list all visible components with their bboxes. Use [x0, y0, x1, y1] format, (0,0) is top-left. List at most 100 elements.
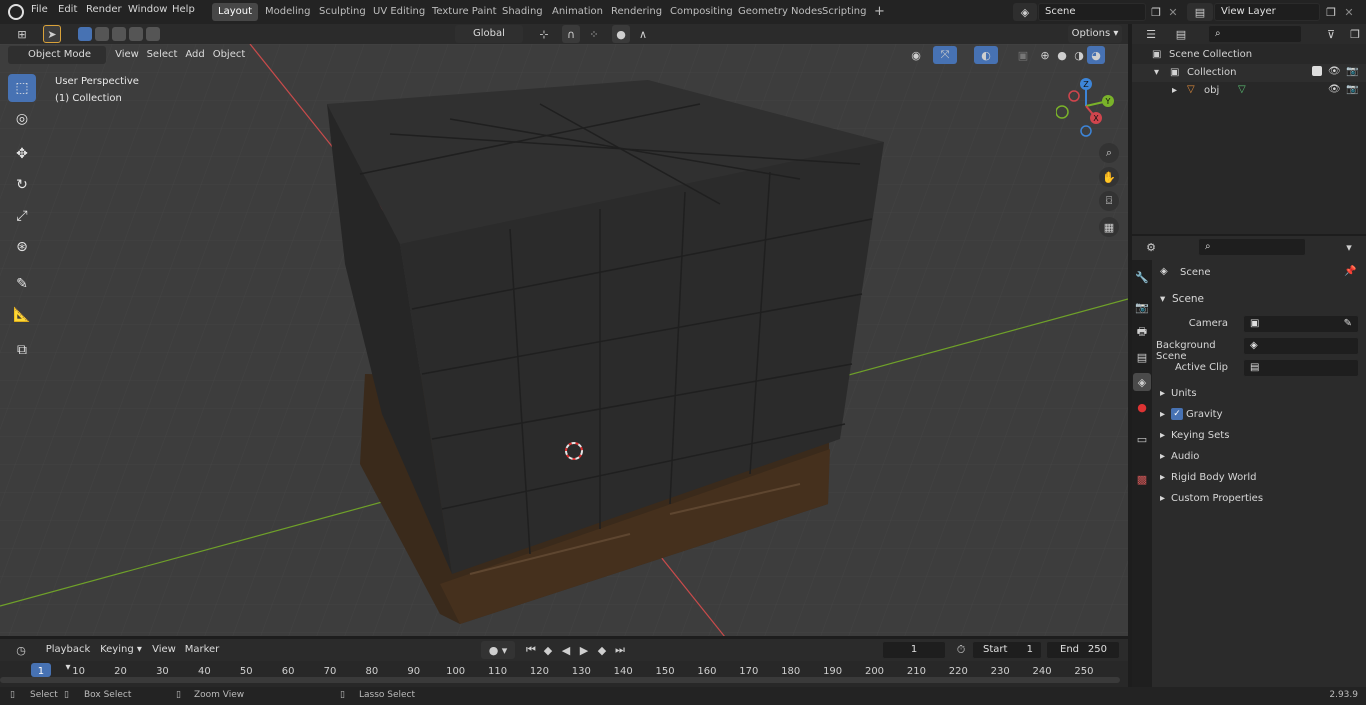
menu-add[interactable]: Add — [182, 46, 208, 64]
play-icon[interactable]: ▶ — [575, 641, 593, 659]
solid-shading-icon[interactable]: ● — [1053, 46, 1071, 64]
expand-collection-icon[interactable]: ▾ — [1154, 67, 1159, 78]
visibility-eye-icon[interactable]: 👁 — [1328, 66, 1341, 77]
options-dropdown[interactable]: Options ▾ — [1068, 25, 1122, 43]
filter-icon[interactable]: ⊽ — [1318, 25, 1344, 43]
menu-keying[interactable]: Keying ▾ — [98, 641, 144, 659]
copy-view-layer-icon[interactable]: ❐ — [1322, 3, 1340, 21]
current-frame-field[interactable]: 1 — [882, 641, 946, 659]
gravity-checkbox[interactable]: ✓ — [1171, 408, 1183, 420]
proportional-edit-icon[interactable]: ● — [612, 25, 630, 43]
outliner-search-input[interactable]: ⌕ — [1208, 25, 1302, 43]
snap-target-icon[interactable]: ⁘ — [582, 25, 606, 43]
tab-geometry-nodes[interactable]: Geometry Nodes — [732, 3, 828, 21]
exclude-checkbox[interactable] — [1312, 66, 1322, 76]
record-icon[interactable]: ● ▾ — [481, 641, 515, 659]
area-divider[interactable] — [1128, 24, 1132, 687]
custom-properties-panel[interactable]: ▸ Custom Properties — [1156, 490, 1362, 510]
tab-animation[interactable]: Animation — [546, 3, 609, 21]
menu-render[interactable]: Render — [86, 4, 122, 15]
mode-intersect-icon[interactable] — [146, 27, 160, 41]
close-icon[interactable]: ✕ — [1164, 3, 1182, 21]
end-frame-field[interactable]: End 250 — [1046, 641, 1120, 659]
move-tool-icon[interactable]: ✥ — [8, 140, 36, 168]
material-shading-icon[interactable]: ◑ — [1070, 46, 1088, 64]
tool-tab-icon[interactable]: 🔧 — [1133, 268, 1151, 286]
scene-browse-icon[interactable]: ◈ — [1013, 3, 1037, 21]
active-clip-field[interactable]: ▤ — [1243, 359, 1359, 377]
mode-extend-icon[interactable] — [95, 27, 109, 41]
menu-file[interactable]: File — [31, 4, 48, 15]
view-layer-field[interactable]: View Layer — [1214, 3, 1320, 21]
jump-start-icon[interactable]: ⏮ — [522, 641, 540, 659]
prev-keyframe-icon[interactable]: ◆ — [539, 641, 557, 659]
scene-tab-icon[interactable]: ◈ — [1133, 373, 1151, 391]
mode-dropdown[interactable]: Object Mode — [8, 46, 106, 64]
timeline-scrollbar[interactable] — [0, 677, 1120, 683]
properties-options-icon[interactable]: ▾ — [1340, 238, 1358, 256]
cursor-tool-icon[interactable]: ◎ — [8, 105, 36, 133]
view-layer-tab-icon[interactable]: ▤ — [1133, 348, 1151, 366]
select-box-icon[interactable]: ⬚ — [8, 74, 36, 102]
outliner-row-scene-collection[interactable]: ▣ Scene Collection — [1132, 46, 1366, 64]
units-panel[interactable]: ▸ Units — [1156, 385, 1362, 405]
render-tab-icon[interactable]: 📷 — [1133, 298, 1151, 316]
add-cube-tool-icon[interactable]: ⧉ — [8, 336, 36, 364]
rendered-shading-icon[interactable]: ◕ — [1087, 46, 1105, 64]
pan-hand-icon[interactable]: ✋ — [1099, 167, 1119, 187]
menu-window[interactable]: Window — [128, 4, 167, 15]
tab-layout[interactable]: Layout — [212, 3, 258, 21]
area-divider-h[interactable] — [0, 636, 1128, 639]
tab-shading[interactable]: Shading — [496, 3, 549, 21]
select-tool-icon[interactable]: ➤ — [43, 25, 61, 43]
scene-panel-header[interactable]: ▾ Scene — [1156, 290, 1362, 310]
copy-scene-icon[interactable]: ❐ — [1147, 3, 1165, 21]
menu-help[interactable]: Help — [172, 4, 195, 15]
snap-icon[interactable]: ∩ — [562, 25, 580, 43]
properties-search-input[interactable]: ⌕ — [1198, 238, 1306, 256]
mesh-data-icon[interactable]: ▽ — [1238, 84, 1246, 95]
outliner-row-collection[interactable]: ▾ ▣ Collection 👁 📷 — [1132, 64, 1366, 82]
display-mode-icon[interactable]: ▤ — [1168, 25, 1194, 43]
editor-type-icon[interactable]: ⊞ — [10, 25, 34, 43]
measure-tool-icon[interactable]: 📐 — [8, 301, 36, 329]
menu-object[interactable]: Object — [212, 46, 246, 64]
obj-visibility-eye-icon[interactable]: 👁 — [1328, 84, 1341, 95]
visibility-icon[interactable]: ◉ — [904, 46, 928, 64]
zoom-icon[interactable]: ⌕ — [1099, 143, 1119, 163]
transform-tool-icon[interactable]: ⊛ — [8, 233, 36, 261]
mode-invert-icon[interactable] — [129, 27, 143, 41]
tab-rendering[interactable]: Rendering — [605, 3, 668, 21]
scene-name-field[interactable]: Scene — [1038, 3, 1146, 21]
3d-viewport[interactable] — [0, 44, 1128, 637]
obj-render-camera-icon[interactable]: 📷 — [1346, 84, 1358, 95]
mode-subtract-icon[interactable] — [112, 27, 126, 41]
render-camera-icon[interactable]: 📷 — [1346, 66, 1358, 77]
start-frame-field[interactable]: Start 1 — [972, 641, 1042, 659]
expand-obj-icon[interactable]: ▸ — [1172, 85, 1177, 96]
jump-end-icon[interactable]: ⏭ — [611, 641, 629, 659]
menu-timeline-view[interactable]: View — [150, 641, 178, 659]
tab-modeling[interactable]: Modeling — [259, 3, 317, 21]
gizmo-toggle-icon[interactable]: ⤧ — [933, 46, 957, 64]
properties-editor-type-icon[interactable]: ⚙ — [1138, 238, 1164, 256]
play-reverse-icon[interactable]: ◀ — [557, 641, 575, 659]
outliner-row-obj[interactable]: ▸ ▽ obj ▽ 👁 📷 — [1132, 82, 1366, 100]
pivot-icon[interactable]: ⊹ — [531, 25, 557, 43]
blender-logo-icon[interactable] — [8, 4, 24, 20]
navigation-gizmo[interactable]: Z Y X — [1055, 76, 1120, 140]
output-tab-icon[interactable]: 🖶 — [1133, 323, 1151, 341]
rotate-tool-icon[interactable]: ↻ — [8, 171, 36, 199]
world-tab-icon[interactable]: ● — [1133, 398, 1151, 416]
orientation-dropdown[interactable]: Global — [455, 25, 523, 43]
background-scene-field[interactable]: ◈ — [1243, 337, 1359, 355]
wireframe-shading-icon[interactable]: ⊕ — [1036, 46, 1054, 64]
tab-scripting[interactable]: Scripting — [816, 3, 872, 21]
collection-tab-icon[interactable]: ▭ — [1133, 430, 1151, 448]
rigid-body-panel[interactable]: ▸ Rigid Body World — [1156, 469, 1362, 489]
menu-select[interactable]: Select — [146, 46, 178, 64]
next-keyframe-icon[interactable]: ◆ — [593, 641, 611, 659]
menu-playback[interactable]: Playback ▾ — [42, 641, 94, 673]
add-workspace-icon[interactable]: + — [868, 3, 891, 21]
falloff-icon[interactable]: ∧ — [630, 25, 656, 43]
